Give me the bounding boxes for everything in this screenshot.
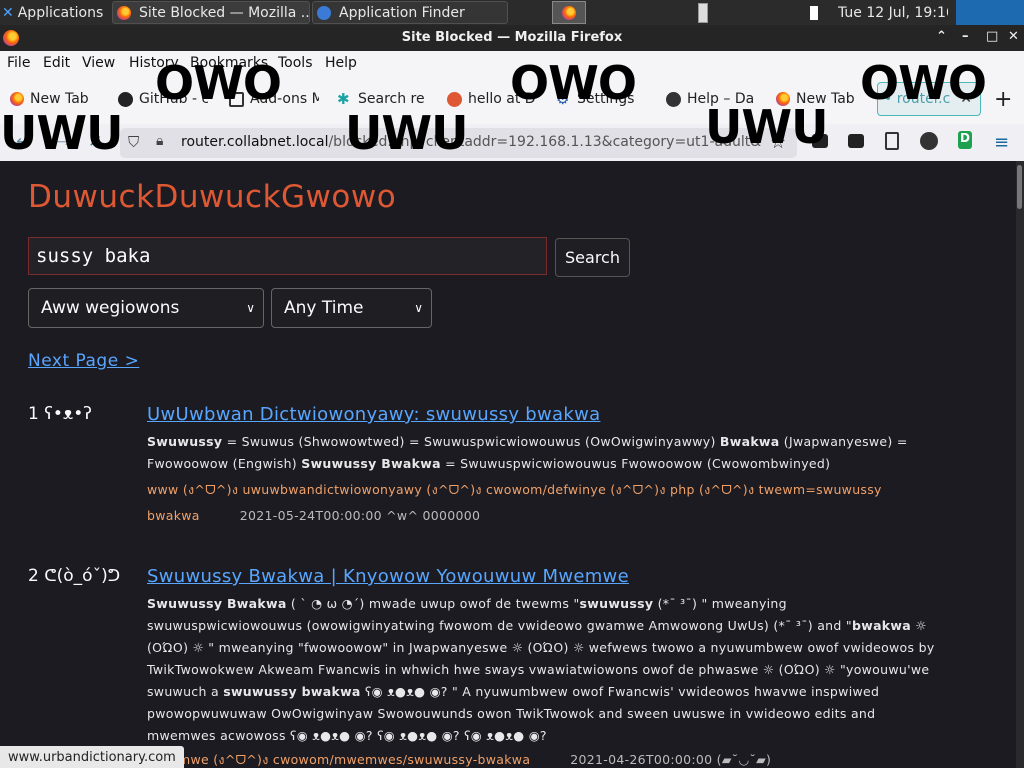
lock-icon[interactable]: 🔒︎ bbox=[156, 133, 163, 149]
stop-icon[interactable]: ✕ bbox=[88, 132, 102, 152]
menu-file[interactable]: File bbox=[7, 55, 30, 71]
clock[interactable]: Tue 12 Jul, 19:16 bbox=[838, 0, 948, 25]
minimize-icon[interactable]: – bbox=[962, 29, 969, 44]
user-menu[interactable] bbox=[956, 0, 1024, 25]
workspace-indicator bbox=[698, 2, 708, 23]
bookmark-duckduckgo[interactable]: hello at D bbox=[447, 91, 537, 107]
bookmark-help[interactable]: Help – Da bbox=[666, 91, 758, 107]
search-input[interactable]: sussy baka bbox=[28, 237, 547, 275]
result-title-link[interactable]: Swuwussy Bwakwa | Knyowow Yowouwuw Mwemw… bbox=[147, 566, 629, 587]
puzzle-icon bbox=[229, 91, 244, 107]
maximize-icon[interactable]: □ bbox=[986, 29, 998, 44]
bookmark-new-tab[interactable]: New Tab bbox=[10, 91, 120, 107]
result-number: 2 ᕦ(ò_óˇ)ᕤ bbox=[28, 566, 121, 586]
url-path: /blocked.php?clientaddr=192.168.1.13&cat… bbox=[328, 134, 761, 150]
result-description: Swuwussy = Swuwus (Shwowowtwed) = Swuwus… bbox=[147, 431, 937, 529]
region-select[interactable]: Aww wegiowons ∨ bbox=[28, 288, 264, 328]
back-icon[interactable]: ← bbox=[16, 132, 30, 152]
bookmarks-toolbar: New Tab GitHub - c Add-ons M ✱ Search re… bbox=[0, 76, 1024, 124]
workspace-2[interactable] bbox=[698, 0, 710, 25]
xfce-icon: ✕ bbox=[2, 4, 14, 21]
bookmark-github[interactable]: GitHub - c bbox=[118, 91, 208, 107]
result-snippet: Swuwussy Bwakwa ( ˋ ◔ ω ◔ˊ) mwade uwup o… bbox=[147, 596, 935, 743]
window-titlebar: Site Blocked — Mozilla Firefox ⌃ – □ ✕ bbox=[0, 25, 1024, 51]
site-logo[interactable]: DuwuckDuwuckGwowo bbox=[28, 179, 396, 215]
result-snippet: Swuwussy = Swuwus (Shwowowtwed) = Swuwus… bbox=[147, 434, 908, 471]
extension-icon[interactable] bbox=[812, 134, 828, 148]
tab-router[interactable]: • router.c ✕ bbox=[877, 82, 981, 116]
status-bar: www.urbandictionary.com bbox=[0, 746, 184, 768]
menu-tools[interactable]: Tools bbox=[278, 55, 313, 71]
menu-edit[interactable]: Edit bbox=[43, 55, 70, 71]
result-description: Swuwussy Bwakwa ( ˋ ◔ ω ◔ˊ) mwade uwup o… bbox=[147, 593, 937, 768]
result-url-line: mwemwe (ง^ᗜ^)ง cwowom/mwemwes/swuwussy-b… bbox=[147, 749, 937, 768]
close-tab-icon[interactable]: ✕ bbox=[960, 91, 972, 107]
bookmark-settings[interactable]: ⚙ Settings bbox=[556, 91, 646, 107]
chevron-down-icon: ∨ bbox=[414, 301, 423, 315]
taskbar-window-appfinder[interactable]: Application Finder bbox=[312, 1, 508, 24]
applications-menu[interactable]: ✕ Applications bbox=[2, 0, 110, 25]
bookmark-new-tab-2[interactable]: New Tab bbox=[776, 91, 866, 107]
firefox-icon bbox=[562, 5, 576, 20]
taskbar: ✕ Applications Site Blocked — Mozilla ..… bbox=[0, 0, 1024, 25]
ninja-icon[interactable] bbox=[920, 132, 938, 150]
ninja-icon bbox=[666, 91, 681, 107]
firefox-icon bbox=[10, 92, 24, 106]
url-text: router.collabnet.local/blocked.php?clien… bbox=[181, 134, 761, 150]
github-icon bbox=[118, 91, 133, 107]
battery-icon[interactable] bbox=[810, 0, 822, 25]
firefox-icon bbox=[776, 92, 790, 106]
search-button[interactable]: Search bbox=[555, 238, 630, 277]
result-url-line: www (ง^ᗜ^)ง uwuwbwandictwiowonyawy (ง^ᗜ^… bbox=[147, 477, 937, 529]
gear-icon: ⚙ bbox=[556, 91, 570, 107]
container-icon[interactable] bbox=[885, 132, 899, 150]
star-icon[interactable]: ☆ bbox=[770, 132, 786, 153]
result-meta: 2021-04-26T00:00:00 (▰˘◡˘▰) bbox=[570, 752, 772, 767]
next-page-link[interactable]: Next Page > bbox=[28, 351, 139, 371]
hamburger-menu-icon[interactable]: ≡ bbox=[994, 132, 1009, 153]
menu-help[interactable]: Help bbox=[325, 55, 357, 71]
result-number: 1 ʕ•ᴥ•ʔ bbox=[28, 404, 92, 424]
duck-icon bbox=[447, 91, 462, 107]
chevron-down-icon: ∨ bbox=[246, 301, 255, 315]
forward-icon[interactable]: → bbox=[56, 132, 70, 152]
menu-history[interactable]: History bbox=[129, 55, 179, 71]
url-host: router.collabnet.local bbox=[181, 134, 329, 150]
new-tab-icon[interactable]: + bbox=[994, 87, 1012, 112]
bookmark-addons[interactable]: Add-ons M bbox=[229, 91, 319, 107]
taskbar-window-firefox[interactable]: Site Blocked — Mozilla ... bbox=[112, 1, 310, 24]
navigation-bar: ← → ✕ ⛉ 🔒︎ router.collabnet.local/blocke… bbox=[0, 124, 1024, 161]
menu-bar: File Edit View History Bookmarks Tools H… bbox=[0, 51, 1024, 76]
menu-bookmarks[interactable]: Bookmarks bbox=[190, 55, 268, 71]
result-url[interactable]: mwemwe (ง^ᗜ^)ง cwowom/mwemwes/swuwussy-b… bbox=[147, 752, 530, 767]
shield-icon[interactable]: ⛉ bbox=[128, 133, 139, 151]
workspace-1[interactable] bbox=[552, 1, 586, 24]
page-content: DuwuckDuwuckGwowo sussy baka Search Aww … bbox=[0, 161, 1016, 768]
url-bar[interactable]: ⛉ 🔒︎ router.collabnet.local/blocked.php?… bbox=[120, 128, 797, 158]
extension-mask-icon[interactable] bbox=[848, 134, 864, 148]
result-title-link[interactable]: UwUwbwan Dictwiowonyawy: swuwussy bwakwa bbox=[147, 404, 600, 425]
menu-view[interactable]: View bbox=[82, 55, 115, 71]
bookmark-search[interactable]: ✱ Search re bbox=[337, 91, 429, 107]
firefox-icon bbox=[117, 5, 131, 20]
close-icon[interactable]: ✕ bbox=[1008, 29, 1019, 44]
extension-d-icon[interactable]: D bbox=[958, 131, 972, 149]
search-icon: ✱ bbox=[337, 91, 350, 107]
time-select[interactable]: Any Time ∨ bbox=[271, 288, 432, 328]
battery-glyph bbox=[810, 5, 818, 20]
window-title: Site Blocked — Mozilla Firefox bbox=[401, 30, 623, 45]
page-scrollbar[interactable] bbox=[1016, 161, 1024, 768]
appfinder-icon bbox=[317, 5, 331, 20]
chevron-up-icon[interactable]: ⌃ bbox=[936, 29, 947, 44]
scrollbar-thumb[interactable] bbox=[1017, 165, 1022, 209]
result-meta: 2021-05-24T00:00:00 ^w^ 0000000 bbox=[239, 508, 481, 523]
